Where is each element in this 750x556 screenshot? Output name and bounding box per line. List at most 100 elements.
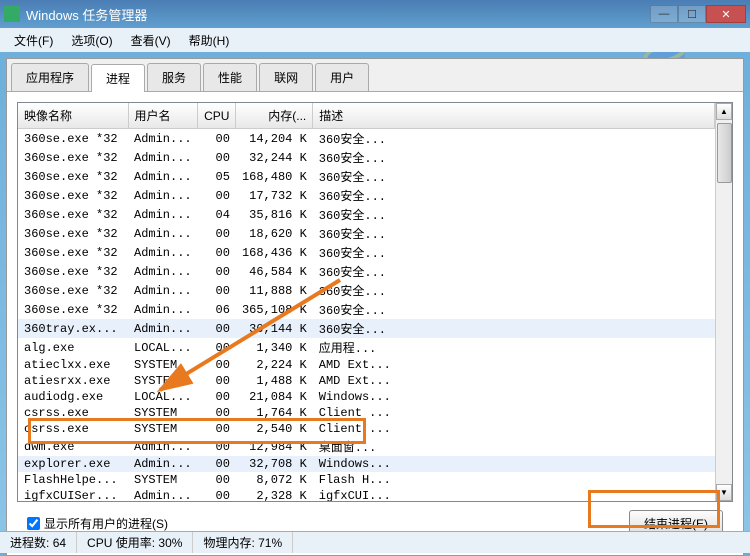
- menu-view[interactable]: 查看(V): [123, 29, 179, 52]
- cell-user: SYSTEM: [128, 421, 198, 437]
- menu-help[interactable]: 帮助(H): [181, 29, 238, 52]
- table-row[interactable]: 360se.exe *32Admin...00168,436 K360安全...: [18, 243, 715, 262]
- table-row[interactable]: 360se.exe *32Admin...0014,204 K360安全...: [18, 129, 715, 149]
- cell-cpu: 00: [198, 373, 236, 389]
- cell-desc: 360安全...: [313, 281, 715, 300]
- cell-image: 360se.exe *32: [18, 148, 128, 167]
- cell-user: Admin...: [128, 243, 198, 262]
- cell-desc: 桌面窗...: [313, 437, 715, 456]
- table-row[interactable]: explorer.exeAdmin...0032,708 KWindows...: [18, 456, 715, 472]
- cell-mem: 46,584 K: [236, 262, 313, 281]
- cell-image: explorer.exe: [18, 456, 128, 472]
- col-user[interactable]: 用户名: [128, 103, 198, 129]
- menu-file[interactable]: 文件(F): [6, 29, 61, 52]
- table-row[interactable]: alg.exeLOCAL...001,340 K应用程...: [18, 338, 715, 357]
- table-row[interactable]: csrss.exeSYSTEM002,540 KClient ...: [18, 421, 715, 437]
- table-row[interactable]: 360se.exe *32Admin...0017,732 K360安全...: [18, 186, 715, 205]
- col-cpu[interactable]: CPU: [198, 103, 236, 129]
- table-row[interactable]: atiesrxx.exeSYSTEM001,488 KAMD Ext...: [18, 373, 715, 389]
- table-row[interactable]: 360se.exe *32Admin...0046,584 K360安全...: [18, 262, 715, 281]
- cell-mem: 21,084 K: [236, 389, 313, 405]
- tab-services[interactable]: 服务: [147, 63, 201, 91]
- cell-desc: Client ...: [313, 421, 715, 437]
- cell-cpu: 04: [198, 205, 236, 224]
- cell-desc: 360安全...: [313, 243, 715, 262]
- cell-mem: 2,328 K: [236, 488, 313, 501]
- cell-image: 360se.exe *32: [18, 262, 128, 281]
- cell-desc: igfxCUI...: [313, 488, 715, 501]
- vertical-scrollbar[interactable]: ▲ ▼: [715, 103, 732, 501]
- cell-cpu: 06: [198, 300, 236, 319]
- tab-processes[interactable]: 进程: [91, 64, 145, 92]
- table-row[interactable]: 360tray.ex...Admin...0030,144 K360安全...: [18, 319, 715, 338]
- cell-cpu: 00: [198, 148, 236, 167]
- table-row[interactable]: FlashHelpe...SYSTEM008,072 KFlash H...: [18, 472, 715, 488]
- window-title: Windows 任务管理器: [26, 5, 650, 24]
- close-button[interactable]: ✕: [706, 5, 746, 23]
- table-row[interactable]: csrss.exeSYSTEM001,764 KClient ...: [18, 405, 715, 421]
- table-row[interactable]: audiodg.exeLOCAL...0021,084 KWindows...: [18, 389, 715, 405]
- tab-users[interactable]: 用户: [315, 63, 369, 91]
- cell-mem: 17,732 K: [236, 186, 313, 205]
- col-image-name[interactable]: 映像名称: [18, 103, 128, 129]
- minimize-button[interactable]: —: [650, 5, 678, 23]
- cell-image: dwm.exe: [18, 437, 128, 456]
- cell-image: 360se.exe *32: [18, 186, 128, 205]
- cell-user: LOCAL...: [128, 338, 198, 357]
- cell-image: 360se.exe *32: [18, 300, 128, 319]
- cell-user: Admin...: [128, 281, 198, 300]
- table-row[interactable]: 360se.exe *32Admin...05168,480 K360安全...: [18, 167, 715, 186]
- cell-mem: 1,488 K: [236, 373, 313, 389]
- cell-mem: 11,888 K: [236, 281, 313, 300]
- cell-desc: 360安全...: [313, 148, 715, 167]
- col-memory[interactable]: 内存(...: [236, 103, 313, 129]
- cell-mem: 32,244 K: [236, 148, 313, 167]
- tab-bar: 应用程序 进程 服务 性能 联网 用户: [7, 59, 743, 92]
- cell-desc: Flash H...: [313, 472, 715, 488]
- cell-desc: 360安全...: [313, 224, 715, 243]
- cell-cpu: 00: [198, 421, 236, 437]
- cell-mem: 12,984 K: [236, 437, 313, 456]
- cell-cpu: 00: [198, 186, 236, 205]
- titlebar: Windows 任务管理器 — ☐ ✕: [0, 0, 750, 28]
- show-all-users-checkbox[interactable]: 显示所有用户的进程(S): [27, 515, 168, 532]
- scroll-down-button[interactable]: ▼: [716, 484, 732, 501]
- cell-cpu: 00: [198, 437, 236, 456]
- cell-image: igfxCUISer...: [18, 488, 128, 501]
- table-row[interactable]: 360se.exe *32Admin...0435,816 K360安全...: [18, 205, 715, 224]
- scroll-thumb[interactable]: [717, 123, 732, 183]
- status-cpu-usage: CPU 使用率: 30%: [77, 532, 193, 553]
- process-table[interactable]: 映像名称 用户名 CPU 内存(... 描述 360se.exe *32Admi…: [18, 103, 715, 501]
- col-description[interactable]: 描述: [313, 103, 715, 129]
- cell-desc: 360安全...: [313, 129, 715, 149]
- cell-desc: 360安全...: [313, 186, 715, 205]
- table-row[interactable]: 360se.exe *32Admin...0018,620 K360安全...: [18, 224, 715, 243]
- cell-user: Admin...: [128, 456, 198, 472]
- cell-cpu: 00: [198, 129, 236, 149]
- table-row[interactable]: 360se.exe *32Admin...0032,244 K360安全...: [18, 148, 715, 167]
- cell-mem: 32,708 K: [236, 456, 313, 472]
- cell-desc: Windows...: [313, 456, 715, 472]
- cell-cpu: 00: [198, 405, 236, 421]
- cell-mem: 14,204 K: [236, 129, 313, 149]
- table-row[interactable]: atieclxx.exeSYSTEM002,224 KAMD Ext...: [18, 357, 715, 373]
- cell-desc: 应用程...: [313, 338, 715, 357]
- table-row[interactable]: igfxCUISer...Admin...002,328 KigfxCUI...: [18, 488, 715, 501]
- table-row[interactable]: 360se.exe *32Admin...0011,888 K360安全...: [18, 281, 715, 300]
- cell-desc: AMD Ext...: [313, 357, 715, 373]
- table-row[interactable]: 360se.exe *32Admin...06365,108 K360安全...: [18, 300, 715, 319]
- cell-cpu: 00: [198, 319, 236, 338]
- cell-image: 360se.exe *32: [18, 224, 128, 243]
- tab-applications[interactable]: 应用程序: [11, 63, 89, 91]
- tab-network[interactable]: 联网: [259, 63, 313, 91]
- cell-user: Admin...: [128, 437, 198, 456]
- cell-user: LOCAL...: [128, 389, 198, 405]
- cell-user: SYSTEM: [128, 472, 198, 488]
- cell-cpu: 00: [198, 262, 236, 281]
- show-all-users-input[interactable]: [27, 517, 40, 530]
- table-row[interactable]: dwm.exeAdmin...0012,984 K桌面窗...: [18, 437, 715, 456]
- scroll-up-button[interactable]: ▲: [716, 103, 732, 120]
- menu-options[interactable]: 选项(O): [63, 29, 120, 52]
- tab-performance[interactable]: 性能: [203, 63, 257, 91]
- maximize-button[interactable]: ☐: [678, 5, 706, 23]
